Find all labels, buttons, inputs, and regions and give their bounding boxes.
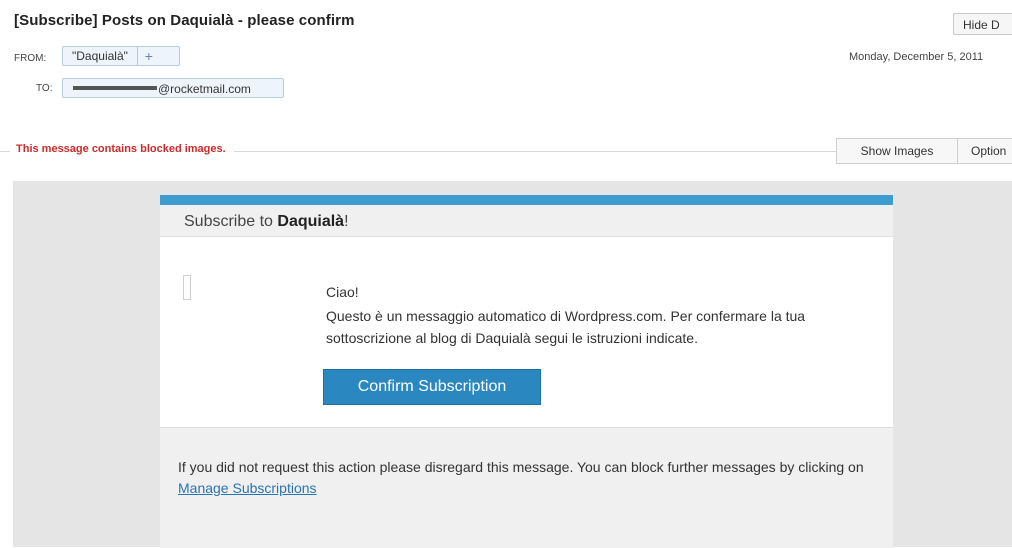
card-title-prefix: Subscribe to [184, 213, 278, 230]
blocked-images-notice: This message contains blocked images. [10, 143, 234, 155]
manage-subscriptions-link[interactable]: Manage Subscriptions [178, 480, 317, 496]
add-contact-icon[interactable]: + [138, 47, 160, 65]
from-name[interactable]: "Daquialà" [63, 47, 138, 65]
from-contact-chip[interactable]: "Daquialà" + [62, 46, 180, 66]
redacted-username [73, 85, 157, 90]
card-header: Subscribe to Daquialà! [160, 205, 893, 237]
hide-details-button[interactable]: Hide D [953, 13, 1012, 35]
email-header: [Subscribe] Posts on Daquialà - please c… [0, 0, 1012, 115]
blocked-image-placeholder [183, 275, 191, 300]
to-contact-chip[interactable]: @rocketmail.com [62, 78, 284, 98]
blocked-images-bar: This message contains blocked images. Sh… [0, 138, 1012, 164]
card-title-blog: Daquialà [277, 213, 345, 230]
from-label: FROM: [14, 53, 47, 64]
to-address: @rocketmail.com [158, 81, 251, 96]
options-button[interactable]: Option [958, 138, 1012, 164]
to-label: TO: [36, 83, 53, 94]
email-subject: [Subscribe] Posts on Daquialà - please c… [14, 12, 355, 29]
footer-text: If you did not request this action pleas… [178, 457, 868, 499]
email-date: Monday, December 5, 2011 [849, 51, 984, 63]
card-footer: If you did not request this action pleas… [160, 427, 893, 548]
show-images-button[interactable]: Show Images [836, 138, 958, 164]
email-body-card: Subscribe to Daquialà! Ciao! Questo è un… [160, 195, 893, 548]
card-title: Subscribe to Daquialà! [184, 213, 349, 231]
accent-bar [160, 195, 893, 205]
card-title-suffix: ! [344, 213, 349, 230]
greeting: Ciao! [326, 284, 359, 300]
footer-message: If you did not request this action pleas… [178, 459, 864, 475]
confirm-subscription-button[interactable]: Confirm Subscription [323, 369, 541, 405]
message-text: Questo è un messaggio automatico di Word… [326, 308, 806, 346]
